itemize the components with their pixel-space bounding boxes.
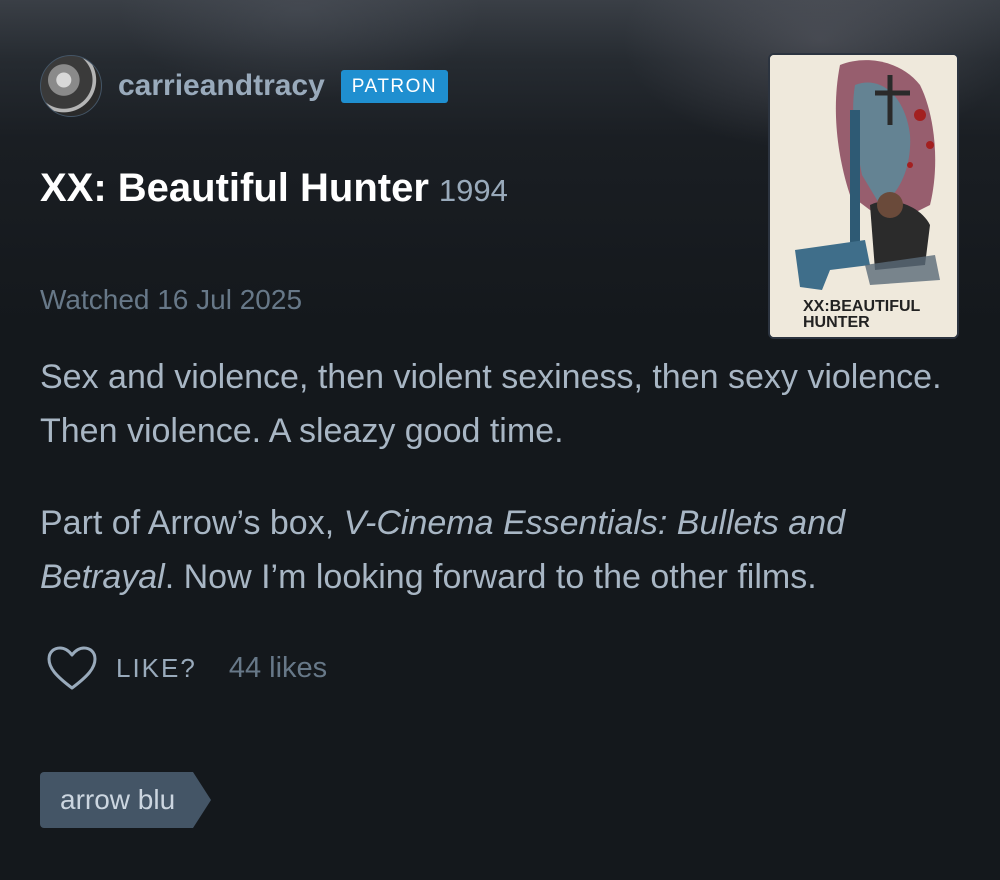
film-poster[interactable]: XX:BEAUTIFUL HUNTER — [768, 53, 959, 339]
poster-artwork: XX:BEAUTIFUL HUNTER — [770, 55, 957, 337]
film-title-link[interactable]: XX: Beautiful Hunter — [40, 166, 429, 211]
like-button[interactable]: LIKE? — [116, 653, 197, 684]
review-page: carrieandtracy PATRON XX: Beautiful Hunt… — [0, 0, 1000, 880]
review-p2-text: Part of Arrow’s box, — [40, 504, 344, 542]
film-year-link[interactable]: 1994 — [439, 173, 508, 209]
review-p2-end: . Now I’m looking forward to the other f… — [164, 558, 817, 596]
patron-badge: PATRON — [340, 69, 449, 103]
poster-title-line1: XX:BEAUTIFUL — [803, 298, 921, 315]
watched-date: Watched 16 Jul 2025 — [40, 284, 303, 315]
like-row: LIKE? 44 likes — [46, 642, 327, 694]
review-paragraph-1: Sex and violence, then violent sexiness,… — [40, 358, 942, 450]
tag-label: arrow blu — [40, 772, 194, 828]
tag-arrow-blu[interactable]: arrow blu — [40, 772, 212, 828]
author-row: carrieandtracy PATRON — [40, 55, 449, 117]
like-count-link[interactable]: 44 likes — [229, 652, 327, 685]
film-heading: XX: Beautiful Hunter 1994 — [40, 166, 508, 211]
poster-title-line2: HUNTER — [803, 314, 870, 331]
username-link[interactable]: carrieandtracy — [118, 69, 325, 103]
tag-tip — [193, 772, 212, 828]
review-paragraph-2: Part of Arrow’s box, V-Cinema Essentials… — [40, 496, 960, 604]
avatar[interactable] — [40, 55, 102, 117]
heart-icon[interactable] — [46, 645, 98, 691]
review-body: Sex and violence, then violent sexiness,… — [40, 350, 960, 642]
